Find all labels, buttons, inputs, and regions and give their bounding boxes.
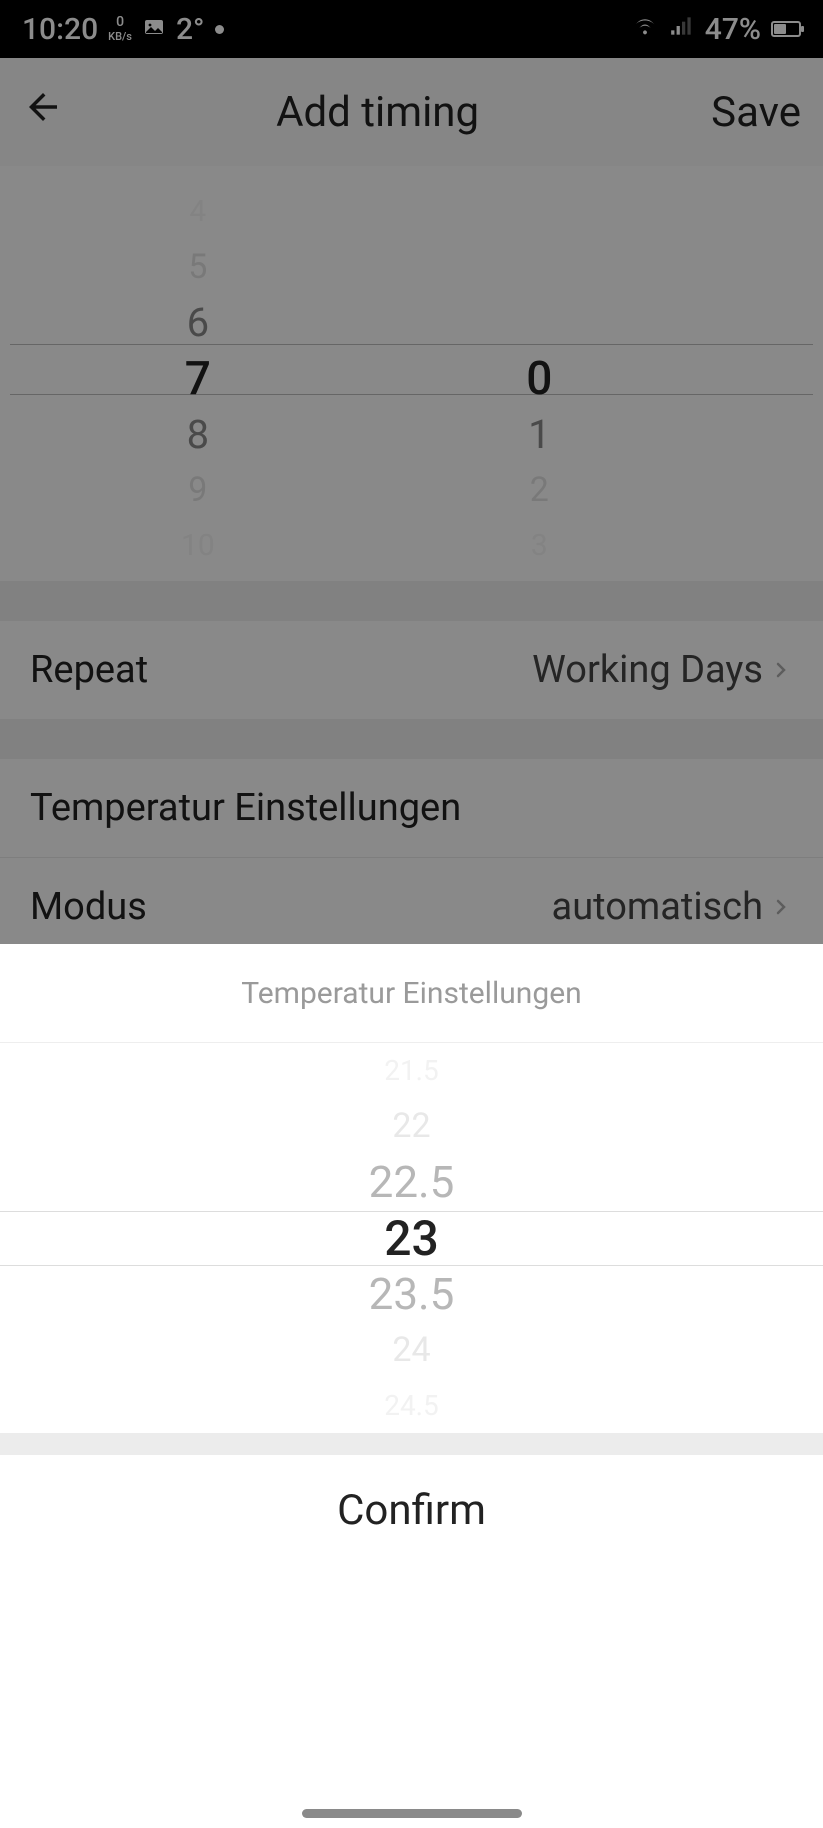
status-time: 10:20 <box>22 12 98 47</box>
minute-option[interactable]: 3 <box>346 517 733 573</box>
time-picker[interactable]: 4 5 6 7 8 9 10 0 1 2 3 <box>0 166 823 581</box>
chevron-right-icon <box>769 648 793 692</box>
mode-label: Modus <box>30 885 147 929</box>
hour-option[interactable]: 6 <box>50 295 346 351</box>
repeat-row[interactable]: Repeat Working Days <box>0 621 823 719</box>
temp-option[interactable]: 21.5 <box>0 1043 823 1099</box>
minute-option[interactable] <box>346 240 733 296</box>
hour-option[interactable]: 9 <box>50 462 346 518</box>
repeat-value-container: Working Days <box>532 648 793 692</box>
minute-option-selected[interactable]: 0 <box>346 351 733 407</box>
temperature-picker-sheet: Temperatur Einstellungen 21.5 22 22.5 23… <box>0 944 823 1828</box>
save-button[interactable]: Save <box>711 88 801 137</box>
minute-option[interactable]: 1 <box>346 406 733 462</box>
status-bar: 10:20 0 KB/s 2° 47% <box>0 0 823 58</box>
kbs-label: KB/s <box>108 30 132 43</box>
mode-row[interactable]: Modus automatisch <box>0 858 823 956</box>
network-speed-indicator: 0 KB/s <box>108 15 132 43</box>
spacer <box>0 719 823 759</box>
navigation-handle[interactable] <box>302 1809 522 1818</box>
minute-wheel[interactable]: 0 1 2 3 <box>346 184 823 573</box>
temperature-settings-label: Temperatur Einstellungen <box>30 786 461 830</box>
repeat-value: Working Days <box>532 648 763 692</box>
page-title: Add timing <box>64 88 711 137</box>
mode-value-container: automatisch <box>552 885 793 929</box>
minute-option[interactable] <box>346 184 733 240</box>
minute-option[interactable] <box>346 295 733 351</box>
temp-option[interactable]: 24.5 <box>0 1378 823 1434</box>
more-notifications-dot <box>215 25 224 34</box>
signal-icon <box>669 12 695 47</box>
hour-option-selected[interactable]: 7 <box>50 351 346 407</box>
hour-option[interactable]: 10 <box>50 517 346 573</box>
repeat-label: Repeat <box>30 648 148 692</box>
temp-option[interactable]: 23.5 <box>0 1267 823 1323</box>
kbs-value: 0 <box>116 14 124 30</box>
temp-option[interactable]: 22 <box>0 1099 823 1155</box>
app-header: Add timing Save <box>0 58 823 166</box>
picture-icon <box>142 12 166 47</box>
battery-pct: 47% <box>705 12 761 47</box>
temp-option-selected[interactable]: 23 <box>0 1210 823 1267</box>
hour-option[interactable]: 5 <box>50 240 346 296</box>
temperature-settings-section[interactable]: Temperatur Einstellungen <box>0 759 823 857</box>
temp-option[interactable]: 22.5 <box>0 1154 823 1210</box>
wifi-icon <box>631 11 659 47</box>
status-temp: 2° <box>176 12 205 47</box>
chevron-right-icon <box>769 885 793 929</box>
hour-option[interactable]: 4 <box>50 184 346 240</box>
status-bar-right: 47% <box>631 11 801 47</box>
battery-icon <box>771 21 801 37</box>
spacer <box>0 581 823 621</box>
confirm-button[interactable]: Confirm <box>0 1455 823 1565</box>
mode-value: automatisch <box>552 885 763 929</box>
minute-option[interactable]: 2 <box>346 462 733 518</box>
temp-option[interactable]: 24 <box>0 1322 823 1378</box>
hour-wheel[interactable]: 4 5 6 7 8 9 10 <box>0 184 346 573</box>
temperature-wheel[interactable]: 21.5 22 22.5 23 23.5 24 24.5 <box>0 1043 823 1433</box>
status-bar-left: 10:20 0 KB/s 2° <box>22 12 224 47</box>
sheet-title: Temperatur Einstellungen <box>0 944 823 1042</box>
hour-option[interactable]: 8 <box>50 406 346 462</box>
back-button[interactable] <box>22 86 64 139</box>
spacer <box>0 1433 823 1455</box>
